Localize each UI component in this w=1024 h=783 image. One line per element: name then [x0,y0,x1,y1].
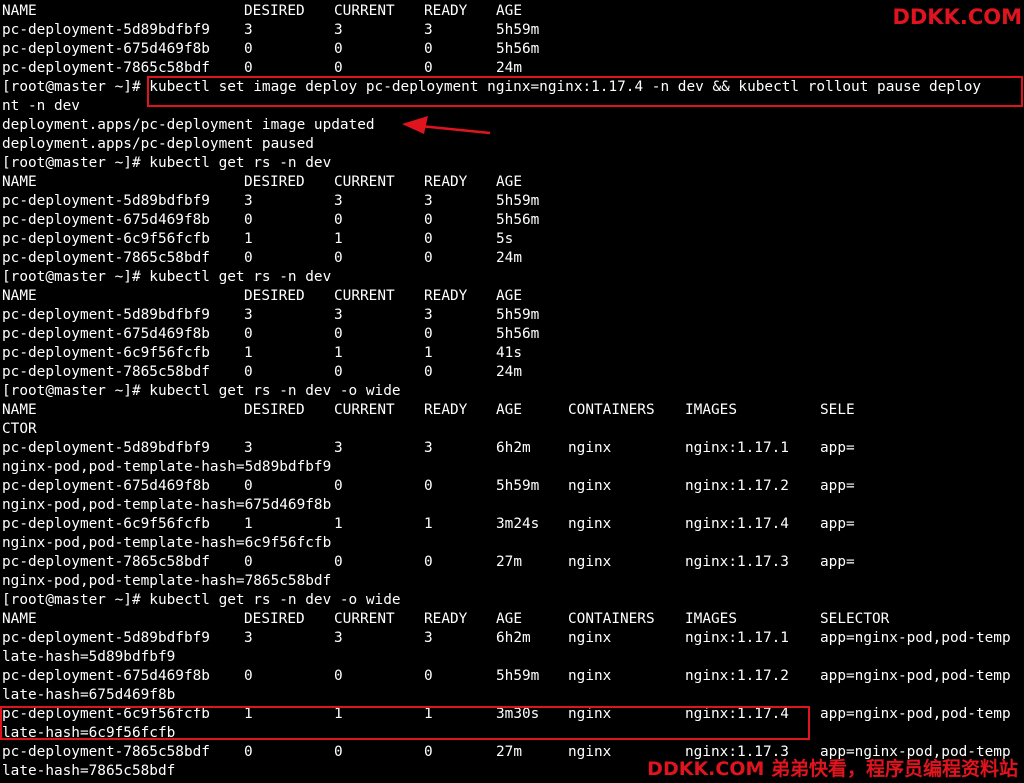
watermark-bottom: DDKK.COM 弟弟快看，程序员编程资料站 [647,758,1018,780]
watermark-top: DDKK.COM [892,5,1022,29]
annotation-arrow-icon [402,116,491,135]
